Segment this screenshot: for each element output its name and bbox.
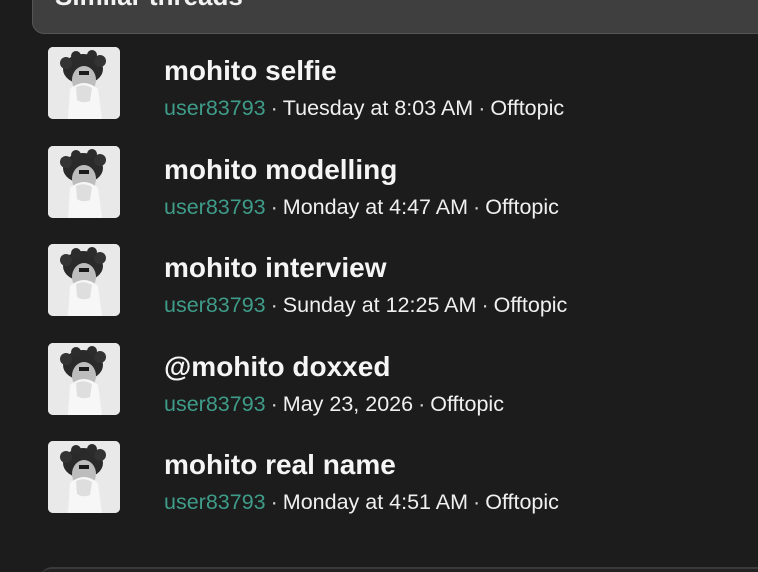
- section-title: Similar threads: [55, 0, 243, 9]
- meta-separator: ·: [478, 96, 486, 120]
- thread-author-link[interactable]: user83793: [164, 392, 266, 416]
- thread-title-link[interactable]: mohito modelling: [164, 154, 397, 186]
- list-item: mohito interview user83793 · Sunday at 12:…: [0, 243, 758, 342]
- thread-forum-link[interactable]: Offtopic: [430, 392, 504, 416]
- thread-forum-link[interactable]: Offtopic: [485, 490, 559, 514]
- thread-meta: user83793 · Monday at 4:51 AM · Offtopic: [164, 489, 559, 515]
- thread-forum-link[interactable]: Offtopic: [494, 293, 568, 317]
- thread-list: mohito selfie user83793 · Tuesday at 8:03 …: [0, 46, 758, 539]
- thread-forum-link[interactable]: Offtopic: [490, 96, 564, 120]
- meta-separator: ·: [270, 96, 278, 120]
- user-avatar-icon[interactable]: [48, 47, 120, 119]
- thread-meta: user83793 · Tuesday at 8:03 AM · Offtopic: [164, 95, 564, 121]
- thread-date[interactable]: May 23, 2026: [283, 392, 413, 416]
- thread-title-link[interactable]: mohito interview: [164, 252, 386, 284]
- thread-forum-link[interactable]: Offtopic: [485, 195, 559, 219]
- similar-threads-header: Similar threads: [32, 0, 758, 34]
- next-block-edge: [40, 567, 758, 572]
- thread-author-link[interactable]: user83793: [164, 96, 266, 120]
- thread-title-link[interactable]: @mohito doxxed: [164, 351, 390, 383]
- similar-threads-page: Similar threads mohito selfie: [0, 0, 758, 572]
- thread-date[interactable]: Monday at 4:47 AM: [283, 195, 468, 219]
- thread-date[interactable]: Sunday at 12:25 AM: [283, 293, 477, 317]
- meta-separator: ·: [270, 293, 278, 317]
- meta-separator: ·: [270, 194, 278, 219]
- thread-title-link[interactable]: mohito selfie: [164, 55, 337, 87]
- user-avatar-icon[interactable]: [48, 244, 120, 316]
- meta-separator: ·: [473, 194, 481, 219]
- thread-date[interactable]: Tuesday at 8:03 AM: [283, 96, 473, 120]
- meta-separator: ·: [270, 391, 278, 416]
- list-item: mohito selfie user83793 · Tuesday at 8:03 …: [0, 46, 758, 145]
- list-item: mohito real name user83793 · Monday at 4:5…: [0, 440, 758, 539]
- thread-meta: user83793 · Monday at 4:47 AM · Offtopic: [164, 194, 559, 220]
- user-avatar-icon[interactable]: [48, 145, 120, 218]
- thread-author-link[interactable]: user83793: [164, 195, 266, 219]
- thread-meta: user83793 · May 23, 2026 · Offtopic: [164, 391, 504, 417]
- thread-meta: user83793 · Sunday at 12:25 AM · Offtopic: [164, 292, 567, 318]
- meta-separator: ·: [481, 293, 489, 317]
- thread-title-link[interactable]: mohito real name: [164, 449, 396, 481]
- user-avatar-icon[interactable]: [48, 342, 120, 415]
- meta-separator: ·: [270, 490, 278, 514]
- list-item: @mohito doxxed user83793 · May 23, 2026 · Of…: [0, 342, 758, 441]
- thread-author-link[interactable]: user83793: [164, 490, 266, 514]
- list-item: mohito modelling user83793 · Monday at 4:4…: [0, 145, 758, 244]
- user-avatar-icon[interactable]: [48, 441, 120, 513]
- thread-date[interactable]: Monday at 4:51 AM: [283, 490, 468, 514]
- meta-separator: ·: [418, 391, 426, 416]
- meta-separator: ·: [473, 490, 481, 514]
- thread-author-link[interactable]: user83793: [164, 293, 266, 317]
